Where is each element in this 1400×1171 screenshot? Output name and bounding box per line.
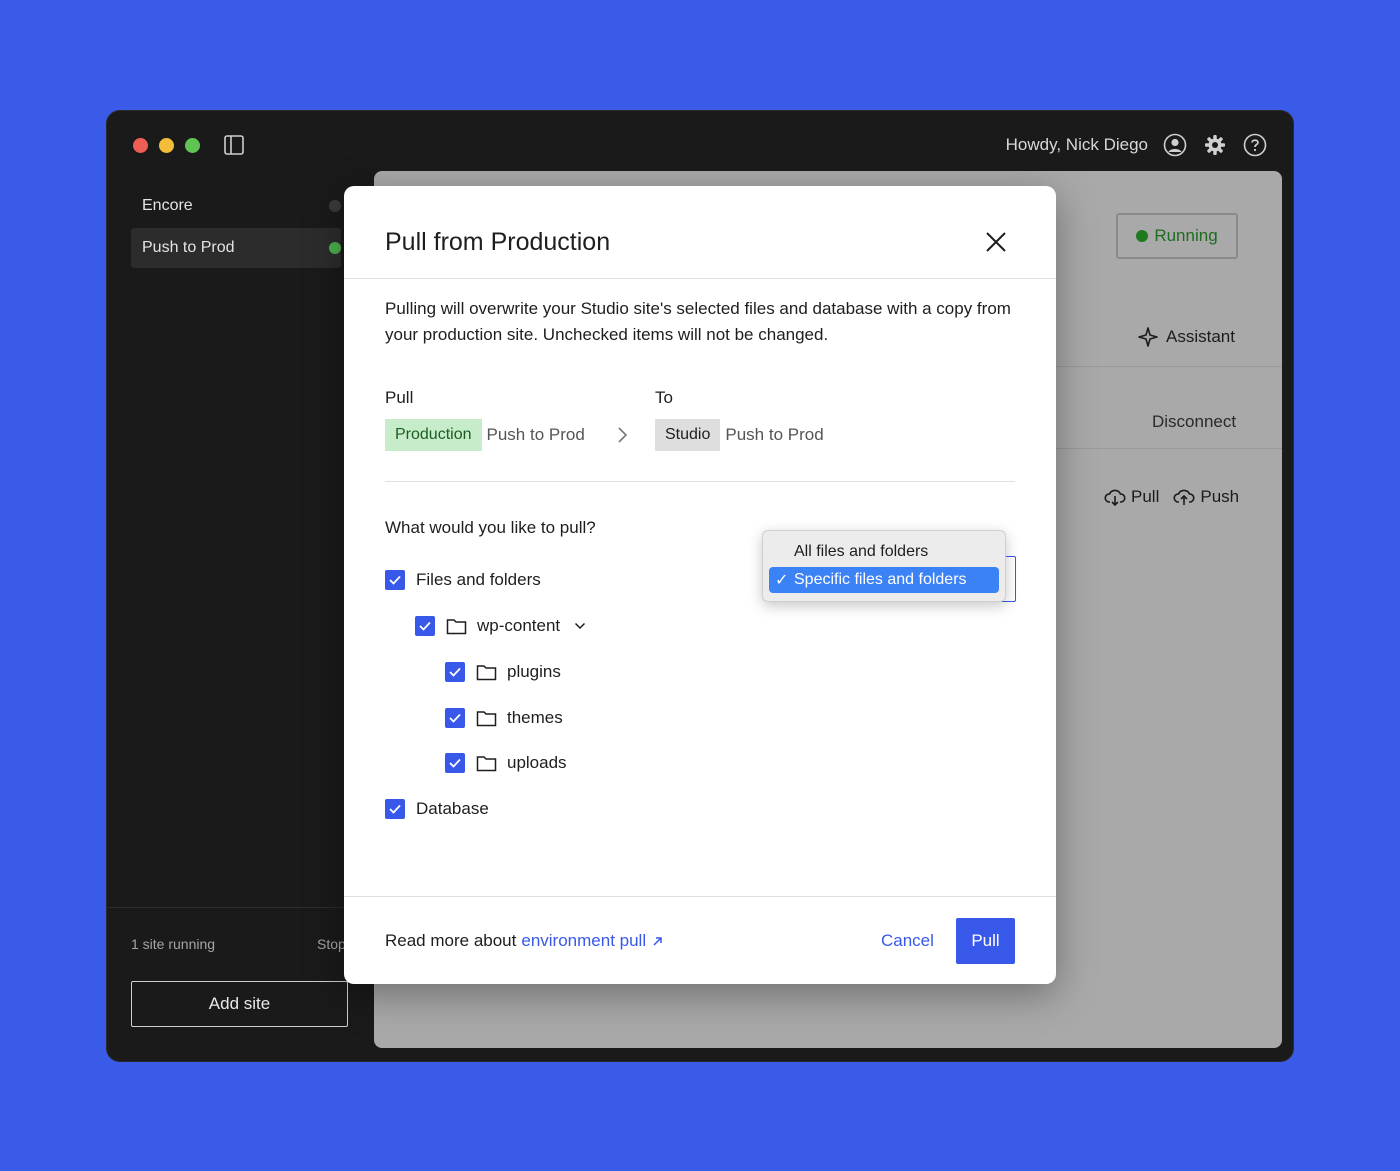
dropdown-option-specific[interactable]: ✓ Specific files and folders xyxy=(769,567,999,593)
files-checkbox[interactable] xyxy=(385,570,405,590)
stop-all-button[interactable]: Stop xyxy=(317,936,346,952)
folder-icon xyxy=(446,619,467,635)
folder-icon xyxy=(476,711,497,727)
modal-divider xyxy=(385,481,1015,482)
files-and-folders-option[interactable]: Files and folders xyxy=(385,570,541,590)
source-environment: Production Push to Prod xyxy=(385,419,585,451)
sidebar: Encore Push to Prod xyxy=(106,182,374,1062)
uploads-option[interactable]: uploads xyxy=(445,753,567,773)
pull-modal: Pull from Production Pulling will overwr… xyxy=(344,186,1056,984)
read-more-label: Read more about xyxy=(385,931,517,950)
uploads-checkbox[interactable] xyxy=(445,753,465,773)
assistant-label: Assistant xyxy=(1166,327,1235,346)
help-icon[interactable] xyxy=(1242,132,1268,158)
wp-content-checkbox[interactable] xyxy=(415,616,435,636)
close-window-button[interactable] xyxy=(133,138,148,153)
panel-pull-button[interactable]: Pull xyxy=(1104,487,1159,507)
folder-icon xyxy=(476,756,497,772)
target-site-name: Push to Prod xyxy=(725,425,824,444)
greeting-text: Howdy, Nick Diego xyxy=(1005,135,1148,154)
topbar-user-area: Howdy, Nick Diego xyxy=(1006,132,1268,158)
disconnect-button[interactable]: Disconnect xyxy=(1152,412,1236,432)
running-status-button[interactable]: Running xyxy=(1116,213,1238,259)
sidebar-toggle-icon[interactable] xyxy=(224,135,244,155)
read-more-text: Read more about environment pull xyxy=(385,931,663,951)
modal-header: Pull from Production xyxy=(344,186,1056,279)
modal-description: Pulling will overwrite your Studio site'… xyxy=(385,299,1011,344)
database-checkbox[interactable] xyxy=(385,799,405,819)
database-option[interactable]: Database xyxy=(385,799,489,819)
zoom-window-button[interactable] xyxy=(185,138,200,153)
avatar-icon[interactable] xyxy=(1162,132,1188,158)
plugins-option[interactable]: plugins xyxy=(445,662,561,682)
sparkle-icon xyxy=(1138,327,1158,347)
source-site-name: Push to Prod xyxy=(486,425,585,444)
cancel-button[interactable]: Cancel xyxy=(881,931,934,951)
window-controls xyxy=(133,138,200,153)
files-label: Files and folders xyxy=(416,570,541,589)
cloud-upload-icon xyxy=(1173,489,1195,505)
pull-from-label: Pull xyxy=(385,388,414,407)
panel-pull-label: Pull xyxy=(1131,487,1160,506)
sidebar-item-encore[interactable]: Encore xyxy=(131,186,341,226)
dropdown-option-all[interactable]: All files and folders xyxy=(769,539,999,565)
sidebar-item-label: Push to Prod xyxy=(142,239,235,256)
sidebar-item-push-to-prod[interactable]: Push to Prod xyxy=(131,228,341,268)
pull-scope-dropdown: All files and folders ✓ Specific files a… xyxy=(762,530,1006,602)
running-label: Running xyxy=(1154,226,1218,245)
wp-content-label: wp-content xyxy=(477,616,561,635)
panel-divider xyxy=(1056,366,1282,367)
uploads-label: uploads xyxy=(507,753,567,772)
themes-option[interactable]: themes xyxy=(445,708,563,728)
external-link-icon xyxy=(653,936,662,946)
plugins-checkbox[interactable] xyxy=(445,662,465,682)
pull-question: What would you like to pull? xyxy=(385,518,596,537)
production-tag: Production xyxy=(385,419,482,451)
modal-title: Pull from Production xyxy=(385,228,611,256)
sidebar-divider xyxy=(106,907,374,908)
environment-pull-link[interactable]: environment pull xyxy=(521,931,663,951)
checkmark-icon: ✓ xyxy=(775,572,789,589)
chevron-right-icon xyxy=(618,427,628,443)
sites-running-text: 1 site running xyxy=(131,936,216,952)
add-site-button[interactable]: Add site xyxy=(131,981,348,1027)
sidebar-item-label: Encore xyxy=(142,197,193,214)
panel-push-label: Push xyxy=(1200,487,1240,506)
pull-button[interactable]: Pull xyxy=(956,918,1015,964)
plugins-label: plugins xyxy=(507,662,561,681)
themes-label: themes xyxy=(507,708,563,727)
wp-content-option[interactable]: wp-content xyxy=(415,616,586,636)
panel-push-button[interactable]: Push xyxy=(1173,487,1239,507)
close-icon[interactable] xyxy=(982,228,1010,256)
chevron-down-icon[interactable] xyxy=(574,622,586,630)
modal-footer-divider xyxy=(344,896,1056,897)
sync-actions: Pull Push xyxy=(1104,487,1239,507)
gear-icon[interactable] xyxy=(1202,132,1228,158)
link-label: environment pull xyxy=(521,931,647,950)
assistant-tab[interactable]: Assistant xyxy=(1138,327,1235,347)
minimize-window-button[interactable] xyxy=(159,138,174,153)
folder-icon xyxy=(476,665,497,681)
studio-tag: Studio xyxy=(655,419,721,451)
cloud-download-icon xyxy=(1104,489,1126,506)
dropdown-option-label: Specific files and folders xyxy=(794,571,967,588)
pull-to-label: To xyxy=(655,388,673,407)
site-status-dot xyxy=(329,242,341,254)
database-label: Database xyxy=(416,799,489,818)
target-environment: Studio Push to Prod xyxy=(655,419,824,451)
site-status-dot xyxy=(329,200,341,212)
running-dot-icon xyxy=(1136,230,1149,242)
panel-divider xyxy=(1056,448,1282,449)
themes-checkbox[interactable] xyxy=(445,708,465,728)
